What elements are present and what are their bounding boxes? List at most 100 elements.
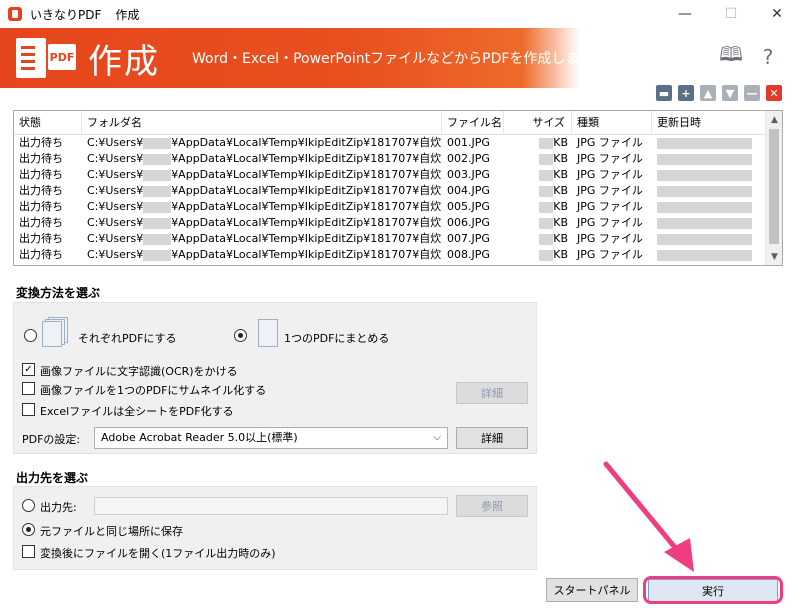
redacted-username — [143, 249, 172, 261]
cell-status: 出力待ち — [19, 136, 63, 149]
redacted-username — [143, 185, 172, 197]
pdf-badge: PDF — [48, 44, 76, 70]
cell-status: 出力待ち — [19, 248, 63, 261]
cell-filename: 002.JPG — [447, 152, 490, 165]
table-row[interactable]: 出力待ち C:¥Users¥ ¥AppData¥Local¥Temp¥IkipEdi… — [14, 167, 782, 183]
table-row[interactable]: 出力待ち C:¥Users¥ ¥AppData¥Local¥Temp¥IkipEdi… — [14, 247, 782, 263]
start-panel-button[interactable]: スタートパネル — [546, 578, 638, 602]
table-row[interactable]: 出力待ち C:¥Users¥ ¥AppData¥Local¥Temp¥IkipEdi… — [14, 151, 782, 167]
table-row[interactable]: 出力待ち C:¥Users¥ ¥AppData¥Local¥Temp¥IkipEdi… — [14, 199, 782, 215]
cell-status: 出力待ち — [19, 152, 63, 165]
custom-destination-radio[interactable] — [22, 499, 35, 512]
close-window-button[interactable]: ✕ — [754, 0, 800, 28]
redacted-modified — [657, 217, 752, 229]
conversion-panel: それぞれPDFにする 1つのPDFにまとめる ✓ 画像ファイルに文字認識(OCR… — [13, 302, 537, 454]
cell-modified — [652, 135, 766, 151]
cell-folder: C:¥Users¥ ¥AppData¥Local¥Temp¥IkipEditZip… — [87, 184, 442, 197]
cell-filename: 005.JPG — [447, 200, 490, 213]
move-down-icon[interactable]: ▼ — [722, 85, 738, 101]
pdf-setting-details-button[interactable]: 詳細 — [456, 427, 528, 449]
separate-pdf-radio[interactable] — [24, 329, 37, 342]
document-logo-icon — [16, 38, 46, 78]
merge-pdf-radio[interactable] — [234, 329, 247, 342]
column-header-folder[interactable]: フォルダ名 — [82, 111, 442, 135]
excel-all-sheets-label: Excelファイルは全シートをPDF化する — [40, 405, 234, 418]
cell-status: 出力待ち — [19, 168, 63, 181]
thumbnail-label: 画像ファイルを1つのPDFにサムネイル化する — [40, 384, 267, 397]
minimize-button[interactable]: — — [662, 0, 708, 28]
column-header-size[interactable]: サイズ — [504, 111, 572, 135]
cell-size: KB — [504, 183, 572, 199]
redacted-username — [143, 137, 172, 149]
page-title: 作成 — [88, 42, 160, 82]
move-up-icon[interactable]: ▲ — [700, 85, 716, 101]
cell-modified — [652, 231, 766, 247]
table-row[interactable]: 出力待ち C:¥Users¥ ¥AppData¥Local¥Temp¥IkipEdi… — [14, 183, 782, 199]
pdf-setting-select[interactable]: Adobe Acrobat Reader 5.0以上(標準) ⌵ — [94, 427, 448, 449]
table-row[interactable]: 出力待ち C:¥Users¥ ¥AppData¥Local¥Temp¥IkipEdi… — [14, 135, 782, 151]
file-list-table[interactable]: 状態 フォルダ名 ファイル名 サイズ 種類 更新日時 出力待ち C:¥Users¥… — [13, 110, 783, 266]
cell-modified — [652, 215, 766, 231]
cell-size: KB — [504, 151, 572, 167]
output-panel: 出力先: 参照 元ファイルと同じ場所に保存 変換後にファイルを開く(1ファイル出… — [13, 486, 537, 570]
open-after-label: 変換後にファイルを開く(1ファイル出力時のみ) — [40, 547, 276, 560]
cell-filename: 001.JPG — [447, 136, 490, 149]
cell-filename: 003.JPG — [447, 168, 490, 181]
cell-status: 出力待ち — [19, 216, 63, 229]
manual-icon[interactable]: 🕮 — [719, 42, 743, 68]
maximize-button[interactable]: ☐ — [708, 0, 754, 28]
redacted-modified — [657, 249, 752, 261]
multi-document-icon — [42, 317, 68, 347]
table-header: 状態 フォルダ名 ファイル名 サイズ 種類 更新日時 — [14, 111, 782, 135]
cell-type: JPG ファイル — [577, 184, 643, 197]
column-header-modified[interactable]: 更新日時 — [652, 111, 766, 135]
cell-size: KB — [504, 215, 572, 231]
cell-type: JPG ファイル — [577, 152, 643, 165]
scroll-up-arrow-icon[interactable]: ▲ — [766, 111, 782, 128]
clear-list-icon[interactable]: ✕ — [766, 85, 782, 101]
table-row[interactable]: 出力待ち C:¥Users¥ ¥AppData¥Local¥Temp¥IkipEdi… — [14, 215, 782, 231]
redacted-size — [539, 153, 554, 165]
column-header-type[interactable]: 種類 — [572, 111, 652, 135]
redacted-username — [143, 201, 172, 213]
separate-pdf-label: それぞれPDFにする — [78, 332, 177, 345]
same-place-radio[interactable] — [22, 523, 35, 536]
help-icon[interactable]: ? — [757, 45, 779, 69]
cell-folder: C:¥Users¥ ¥AppData¥Local¥Temp¥IkipEditZip… — [87, 152, 442, 165]
table-scrollbar[interactable]: ▲ ▼ — [765, 111, 782, 265]
remove-file-icon[interactable]: — — [744, 85, 760, 101]
cell-folder: C:¥Users¥ ¥AppData¥Local¥Temp¥IkipEditZip… — [87, 168, 442, 181]
add-file-icon[interactable]: + — [678, 85, 694, 101]
destination-input[interactable] — [94, 497, 448, 515]
header-banner: PDF 作成 Word・Excel・PowerPointファイルなどからPDFを… — [0, 28, 800, 88]
add-folder-icon[interactable]: ▬ — [656, 85, 672, 101]
column-header-filename[interactable]: ファイル名 — [442, 111, 504, 135]
cell-size: KB — [504, 247, 572, 263]
scrollbar-thumb[interactable] — [769, 129, 779, 244]
cell-modified — [652, 167, 766, 183]
ocr-checkbox[interactable]: ✓ — [22, 363, 35, 376]
cell-folder: C:¥Users¥ ¥AppData¥Local¥Temp¥IkipEditZip… — [87, 200, 442, 213]
thumbnail-checkbox[interactable] — [22, 382, 35, 395]
scroll-down-arrow-icon[interactable]: ▼ — [766, 248, 782, 265]
table-body: 出力待ち C:¥Users¥ ¥AppData¥Local¥Temp¥IkipEdi… — [14, 135, 782, 263]
redacted-modified — [657, 185, 752, 197]
cell-filename: 006.JPG — [447, 216, 490, 229]
redacted-username — [143, 153, 172, 165]
cell-folder: C:¥Users¥ ¥AppData¥Local¥Temp¥IkipEditZip… — [87, 136, 442, 149]
file-list-toolbar: ▬ + ▲ ▼ — ✕ — [656, 85, 782, 101]
browse-button[interactable]: 参照 — [456, 495, 528, 517]
pdf-setting-value: Adobe Acrobat Reader 5.0以上(標準) — [101, 431, 298, 444]
open-after-checkbox[interactable] — [22, 545, 35, 558]
table-row[interactable]: 出力待ち C:¥Users¥ ¥AppData¥Local¥Temp¥IkipEdi… — [14, 231, 782, 247]
column-header-status[interactable]: 状態 — [14, 111, 82, 135]
redacted-username — [143, 217, 172, 229]
excel-all-sheets-checkbox[interactable] — [22, 403, 35, 416]
ocr-label: 画像ファイルに文字認識(OCR)をかける — [40, 365, 238, 378]
cell-folder: C:¥Users¥ ¥AppData¥Local¥Temp¥IkipEditZip… — [87, 248, 442, 261]
cell-modified — [652, 183, 766, 199]
cell-filename: 004.JPG — [447, 184, 490, 197]
redacted-username — [143, 233, 172, 245]
details-button[interactable]: 詳細 — [456, 382, 528, 404]
title-bar: いきなりPDF 作成 — ☐ ✕ — [0, 0, 800, 28]
